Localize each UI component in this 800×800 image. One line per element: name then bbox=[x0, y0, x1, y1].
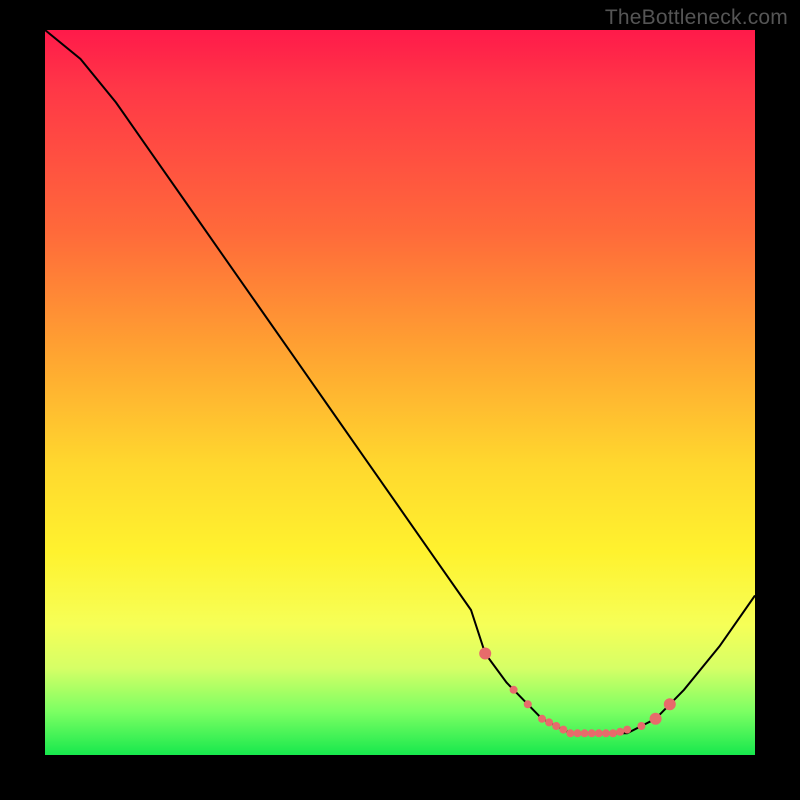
curve-marker bbox=[559, 726, 567, 734]
curve-layer bbox=[45, 30, 755, 755]
curve-marker bbox=[581, 729, 589, 737]
attribution-text: TheBottleneck.com bbox=[605, 6, 788, 30]
plot-area bbox=[45, 30, 755, 755]
curve-marker bbox=[588, 729, 596, 737]
curve-marker bbox=[609, 729, 617, 737]
curve-marker bbox=[524, 700, 532, 708]
curve-marker bbox=[566, 729, 574, 737]
curve-marker bbox=[664, 698, 676, 710]
curve-marker bbox=[602, 729, 610, 737]
curve-marker bbox=[538, 715, 546, 723]
curve-marker bbox=[623, 726, 631, 734]
curve-marker bbox=[595, 729, 603, 737]
curve-marker bbox=[545, 718, 553, 726]
curve-marker bbox=[510, 686, 518, 694]
curve-marker bbox=[637, 722, 645, 730]
curve-marker bbox=[552, 722, 560, 730]
chart-frame: TheBottleneck.com bbox=[0, 0, 800, 800]
curve-marker bbox=[650, 713, 662, 725]
curve-marker bbox=[616, 728, 624, 736]
bottleneck-curve bbox=[45, 30, 755, 733]
curve-markers bbox=[479, 648, 676, 738]
curve-marker bbox=[479, 648, 491, 660]
curve-marker bbox=[574, 729, 582, 737]
